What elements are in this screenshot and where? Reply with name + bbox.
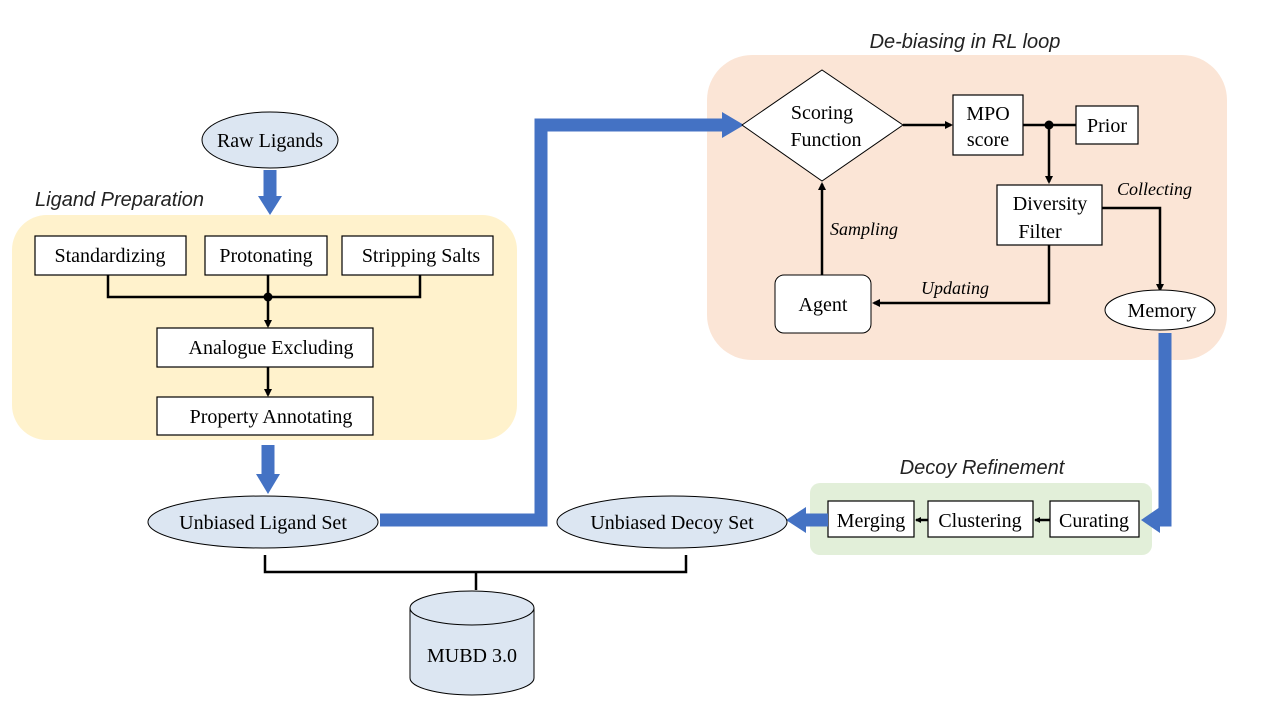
mubd-database-icon: MUBD 3.0 — [409, 590, 535, 696]
step-stripping-salts: Stripping Salts — [341, 235, 494, 276]
unbiased-ligand-set-node: Unbiased Ligand Set — [147, 495, 379, 549]
raw-ligands-label: Raw Ligands — [217, 130, 323, 152]
clustering-node: Clustering — [927, 500, 1034, 538]
analogue-excluding-label: Analogue Excluding — [189, 337, 354, 359]
memory-node: Memory — [1104, 289, 1216, 331]
rl-loop-title: De-biasing in RL loop — [870, 31, 1061, 53]
mpo-label-line1: MPO — [966, 103, 1009, 125]
stripping-salts-label: Stripping Salts — [362, 245, 481, 267]
mpo-score-node: MPO score — [952, 94, 1024, 156]
raw-ligands-node: Raw Ligands — [201, 111, 339, 169]
curating-node: Curating — [1049, 500, 1140, 538]
merging-node: Merging — [827, 500, 915, 538]
blue-arrow-prep-to-ligand-set — [256, 445, 280, 494]
mpo-label-line2: score — [967, 129, 1009, 151]
step-analogue-excluding: Analogue Excluding — [156, 327, 374, 368]
decoy-refinement-title: Decoy Refinement — [900, 457, 1066, 479]
updating-label: Updating — [921, 278, 989, 298]
prior-node: Prior — [1075, 105, 1139, 145]
scoring-label-line2: Function — [790, 129, 861, 151]
unbiased-decoy-set-node: Unbiased Decoy Set — [556, 495, 788, 549]
diversity-label-line1: Diversity — [1013, 193, 1087, 215]
mubd-label: MUBD 3.0 — [427, 645, 517, 667]
merge-brace — [263, 555, 688, 590]
scoring-label-line1: Scoring — [791, 102, 853, 124]
merging-label: Merging — [837, 510, 906, 532]
unbiased-decoy-set-label: Unbiased Decoy Set — [590, 512, 754, 534]
collecting-label: Collecting — [1117, 179, 1192, 199]
step-standardizing: Standardizing — [34, 235, 187, 276]
sampling-label: Sampling — [830, 219, 898, 239]
agent-node: Agent — [774, 274, 872, 334]
step-protonating: Protonating — [204, 235, 328, 276]
workflow-diagram: Raw Ligands Ligand Preparation Standardi… — [12, 31, 1227, 696]
agent-label: Agent — [799, 294, 848, 316]
prior-label: Prior — [1087, 115, 1127, 137]
curating-label: Curating — [1059, 510, 1129, 532]
standardizing-label: Standardizing — [54, 245, 165, 267]
memory-label: Memory — [1128, 300, 1197, 322]
protonating-label: Protonating — [219, 245, 312, 267]
diversity-filter-node: Diversity Filter — [996, 184, 1103, 246]
step-property-annotating: Property Annotating — [156, 396, 374, 436]
diversity-label-line2: Filter — [1018, 221, 1062, 243]
blue-arrow-raw-to-prep — [258, 170, 282, 215]
ligand-preparation-title: Ligand Preparation — [35, 189, 204, 211]
unbiased-ligand-set-label: Unbiased Ligand Set — [179, 512, 347, 534]
property-annotating-label: Property Annotating — [190, 406, 353, 428]
clustering-label: Clustering — [938, 510, 1021, 532]
